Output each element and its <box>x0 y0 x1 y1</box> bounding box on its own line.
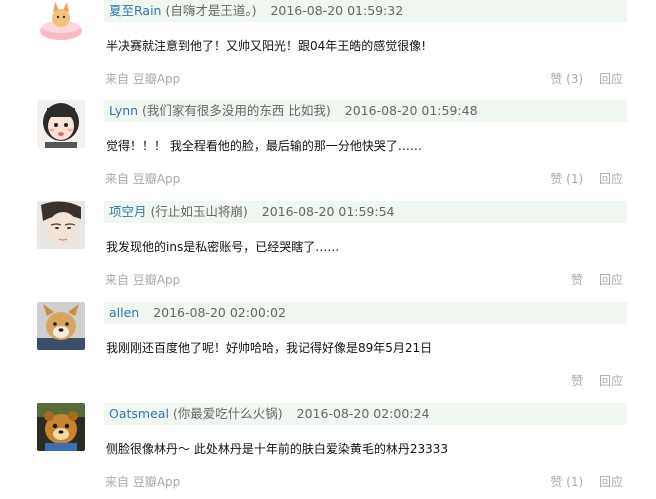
like-label: 赞 <box>550 172 563 186</box>
comment-item: Oatsmeal (你最爱吃什么火锅) 2016-08-20 02:00:24 … <box>0 403 656 499</box>
comment-item: Lynn (我们家有很多没用的东西 比如我) 2016-08-20 01:59:… <box>0 100 656 201</box>
like-count: (1) <box>566 172 584 186</box>
comment-actions: 赞 回应 <box>571 372 623 390</box>
comment-footer: 来自 豆瓣App 赞 回应 <box>104 271 627 289</box>
comment-footer: 来自 豆瓣App 赞 (1) 回应 <box>104 473 627 491</box>
author-signature: (你最爱吃什么火锅) <box>172 406 283 421</box>
author-signature: (行止如玉山将崩) <box>150 204 248 219</box>
comment-source: 来自 豆瓣App <box>105 170 180 188</box>
comment-meta-bar: Lynn (我们家有很多没用的东西 比如我) 2016-08-20 01:59:… <box>104 100 627 122</box>
comment-source: 来自 豆瓣App <box>105 271 180 289</box>
comment-item: 项空月 (行止如玉山将崩) 2016-08-20 01:59:54 我发现他的i… <box>0 201 656 302</box>
pink-cat-bowl-avatar-icon[interactable] <box>37 0 85 46</box>
like-count: (1) <box>566 475 584 489</box>
author-signature: (自嗨才是王道。) <box>165 3 257 18</box>
author-link[interactable]: allen <box>109 305 139 320</box>
man-portrait-avatar-icon[interactable] <box>37 201 85 249</box>
source-prefix: 来自 <box>105 475 130 489</box>
comment-timestamp: 2016-08-20 01:59:32 <box>270 3 404 18</box>
like-count: (3) <box>566 72 584 86</box>
reply-button[interactable]: 回应 <box>599 475 623 489</box>
reply-button[interactable]: 回应 <box>599 72 623 86</box>
comment-actions: 赞 (1) 回应 <box>550 170 623 188</box>
source-prefix: 来自 <box>105 172 130 186</box>
like-button[interactable]: 赞 <box>571 374 583 388</box>
comment-actions: 赞 (3) 回应 <box>550 70 623 88</box>
comment-meta-bar: 夏至Rain (自嗨才是王道。) 2016-08-20 01:59:32 <box>104 0 627 22</box>
like-button[interactable]: 赞 (3) <box>550 72 583 86</box>
source-app-link[interactable]: 豆瓣App <box>133 72 180 86</box>
comment-actions: 赞 回应 <box>571 271 623 289</box>
dog-avatar-icon[interactable] <box>37 302 85 350</box>
like-label: 赞 <box>571 374 584 388</box>
comment-item: allen 2016-08-20 02:00:02 我刚刚还百度他了呢！好帅哈哈… <box>0 302 656 403</box>
comment-meta-bar: Oatsmeal (你最爱吃什么火锅) 2016-08-20 02:00:24 <box>104 403 627 425</box>
cartoon-girl-avatar-icon[interactable] <box>37 100 85 148</box>
like-button[interactable]: 赞 (1) <box>550 172 583 186</box>
like-button[interactable]: 赞 (1) <box>550 475 583 489</box>
like-label: 赞 <box>550 475 563 489</box>
like-button[interactable]: 赞 <box>571 273 583 287</box>
author-link[interactable]: Oatsmeal <box>109 406 169 421</box>
author-link[interactable]: 夏至Rain <box>109 3 161 18</box>
author-signature: (我们家有很多没用的东西 比如我) <box>142 103 331 118</box>
reply-button[interactable]: 回应 <box>599 273 623 287</box>
comment-item: 夏至Rain (自嗨才是王道。) 2016-08-20 01:59:32 半决赛… <box>0 0 656 101</box>
source-prefix: 来自 <box>105 273 130 287</box>
cartoon-bear-avatar-icon[interactable] <box>37 403 85 451</box>
like-label: 赞 <box>571 273 584 287</box>
comment-timestamp: 2016-08-20 01:59:48 <box>344 103 478 118</box>
source-app-link[interactable]: 豆瓣App <box>133 273 180 287</box>
author-link[interactable]: 项空月 <box>109 204 147 219</box>
comment-meta-bar: allen 2016-08-20 02:00:02 <box>104 302 627 324</box>
comment-text: 觉得！！！ 我全程看他的脸，最后输的那一分他快哭了…… <box>106 139 422 153</box>
comment-footer: 来自 豆瓣App 赞 (1) 回应 <box>104 170 627 188</box>
comment-footer: 来自 豆瓣App 赞 (3) 回应 <box>104 70 627 88</box>
comment-text: 侧脸很像林丹～ 此处林丹是十年前的肤白爱染黄毛的林丹23333 <box>106 442 448 456</box>
comment-actions: 赞 (1) 回应 <box>550 473 623 491</box>
comment-text: 我刚刚还百度他了呢！好帅哈哈，我记得好像是89年5月21日 <box>106 341 433 355</box>
reply-button[interactable]: 回应 <box>599 172 623 186</box>
comment-timestamp: 2016-08-20 02:00:02 <box>153 305 286 320</box>
comment-text: 半决赛就注意到他了！又帅又阳光！跟04年王皓的感觉很像! <box>106 39 427 53</box>
comment-meta-bar: 项空月 (行止如玉山将崩) 2016-08-20 01:59:54 <box>104 201 627 223</box>
comment-timestamp: 2016-08-20 01:59:54 <box>261 204 395 219</box>
source-app-link[interactable]: 豆瓣App <box>133 475 180 489</box>
comment-footer: 赞 回应 <box>104 372 627 390</box>
comment-text: 我发现他的ins是私密账号，已经哭瞎了…… <box>106 240 340 254</box>
author-link[interactable]: Lynn <box>109 103 138 118</box>
source-prefix: 来自 <box>105 72 130 86</box>
comment-source: 来自 豆瓣App <box>105 70 180 88</box>
comment-source: 来自 豆瓣App <box>105 473 180 491</box>
comment-list: 夏至Rain (自嗨才是王道。) 2016-08-20 01:59:32 半决赛… <box>0 0 656 499</box>
like-label: 赞 <box>550 72 563 86</box>
comment-timestamp: 2016-08-20 02:00:24 <box>296 406 430 421</box>
source-app-link[interactable]: 豆瓣App <box>133 172 180 186</box>
reply-button[interactable]: 回应 <box>599 374 623 388</box>
